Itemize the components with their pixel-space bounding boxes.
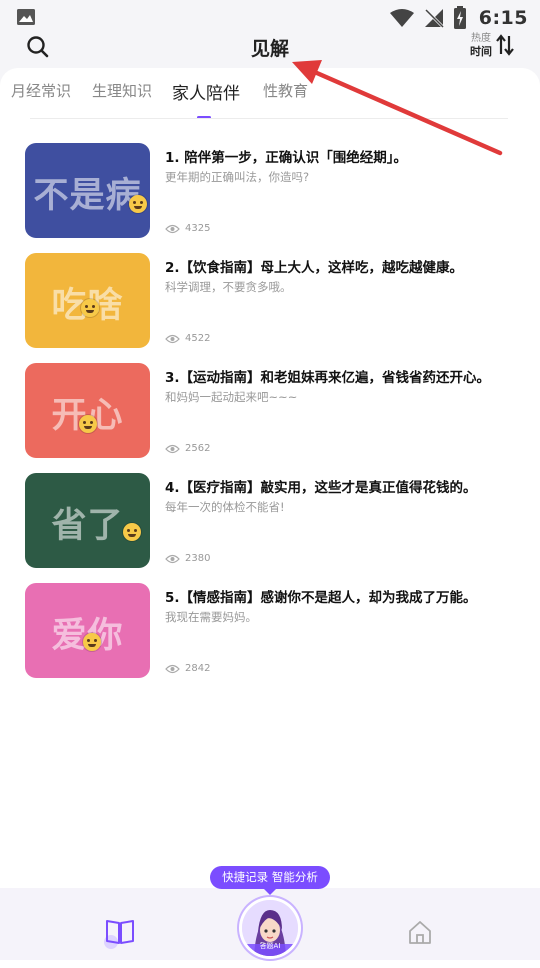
- article-thumbnail: 省了: [25, 473, 150, 568]
- sort-toggle[interactable]: 热度 时间: [470, 32, 514, 58]
- clock: 6:15: [478, 7, 528, 29]
- article-subtitle: 每年一次的体检不能省!: [165, 500, 285, 514]
- home-icon[interactable]: [406, 918, 434, 946]
- view-count: 2842: [165, 663, 210, 674]
- status-bar: 6:15: [0, 0, 540, 34]
- tooltip-arrow: [263, 888, 277, 895]
- wifi-icon: [389, 9, 414, 27]
- article-item[interactable]: 开心 3.【运动指南】和老姐妹再来亿遍，省钱省药还开心。 和妈妈一起动起来吧~~…: [25, 363, 515, 458]
- article-title: 2.【饮食指南】母上大人，这样吃，越吃越健康。: [165, 260, 464, 276]
- thumbnail-text: 爱你: [25, 607, 150, 658]
- view-count: 4522: [165, 333, 210, 344]
- party-emoji-icon: [79, 415, 97, 433]
- page-title: 见解: [250, 38, 289, 60]
- tab-sex-education[interactable]: 性教育: [263, 80, 308, 101]
- view-count-value: 2842: [185, 663, 211, 674]
- article-subtitle: 和妈妈一起动起来吧~~~: [165, 390, 298, 404]
- eye-icon: [165, 334, 180, 343]
- chef-emoji-icon: [81, 299, 99, 317]
- article-item[interactable]: 省了 4.【医疗指南】敲实用，这些才是真正值得花钱的。 每年一次的体检不能省! …: [25, 473, 515, 568]
- article-title: 3.【运动指南】和老姐妹再来亿遍，省钱省药还开心。: [165, 370, 491, 386]
- battery-charging-icon: [453, 6, 466, 29]
- article-thumbnail: 开心: [25, 363, 150, 458]
- category-tabs: 月经常识 生理知识 家人陪伴 性教育: [0, 79, 540, 119]
- article-item[interactable]: 不是病 1. 陪伴第一步，正确认识「围绝经期」。 更年期的正确叫法，你造吗? 4…: [25, 143, 515, 238]
- smiley-emoji-icon: [129, 195, 147, 213]
- money-face-emoji-icon: [123, 523, 141, 541]
- kiss-emoji-icon: [83, 633, 101, 651]
- gallery-icon: [17, 9, 35, 25]
- ai-label: 答题AI: [259, 942, 281, 950]
- article-title: 4.【医疗指南】敲实用，这些才是真正值得花钱的。: [165, 480, 477, 496]
- article-thumbnail: 不是病: [25, 143, 150, 238]
- sort-label-time: 时间: [470, 45, 492, 58]
- eye-icon: [165, 444, 180, 453]
- view-count: 2380: [165, 553, 210, 564]
- book-icon[interactable]: [103, 915, 137, 949]
- article-item[interactable]: 爱你 5.【情感指南】感谢你不是超人，却为我成了万能。 我现在需要妈妈。 284…: [25, 583, 515, 678]
- view-count-value: 2562: [185, 443, 211, 454]
- no-signal-icon: [424, 8, 444, 29]
- article-thumbnail: 吃啥: [25, 253, 150, 348]
- eye-icon: [165, 224, 180, 233]
- view-count: 4325: [165, 223, 210, 234]
- article-title: 1. 陪伴第一步，正确认识「围绝经期」。: [165, 150, 407, 166]
- article-subtitle: 我现在需要妈妈。: [165, 610, 257, 624]
- quick-record-tooltip[interactable]: 快捷记录 智能分析: [210, 866, 330, 895]
- article-subtitle: 更年期的正确叫法，你造吗?: [165, 170, 310, 184]
- view-count: 2562: [165, 443, 210, 454]
- view-count-value: 4325: [185, 223, 211, 234]
- article-title: 5.【情感指南】感谢你不是超人，却为我成了万能。: [165, 590, 477, 606]
- tooltip-text: 快捷记录 智能分析: [222, 870, 318, 884]
- sort-label-heat: 热度: [471, 33, 491, 44]
- article-subtitle: 科学调理，不要贪多哦。: [165, 280, 292, 294]
- view-count-value: 4522: [185, 333, 211, 344]
- tab-menstrual-basics[interactable]: 月经常识: [11, 80, 71, 101]
- eye-icon: [165, 554, 180, 563]
- ai-assistant-button[interactable]: 答题AI: [242, 900, 298, 956]
- eye-icon: [165, 664, 180, 673]
- divider: [30, 118, 508, 119]
- tab-family-care[interactable]: 家人陪伴: [172, 79, 240, 104]
- tab-physiology[interactable]: 生理知识: [92, 80, 152, 101]
- view-count-value: 2380: [185, 553, 211, 564]
- article-item[interactable]: 吃啥 2.【饮食指南】母上大人，这样吃，越吃越健康。 科学调理，不要贪多哦。 4…: [25, 253, 515, 348]
- app-header: 见解 热度 时间: [0, 30, 540, 70]
- article-thumbnail: 爱你: [25, 583, 150, 678]
- sort-arrows-icon: [496, 34, 514, 56]
